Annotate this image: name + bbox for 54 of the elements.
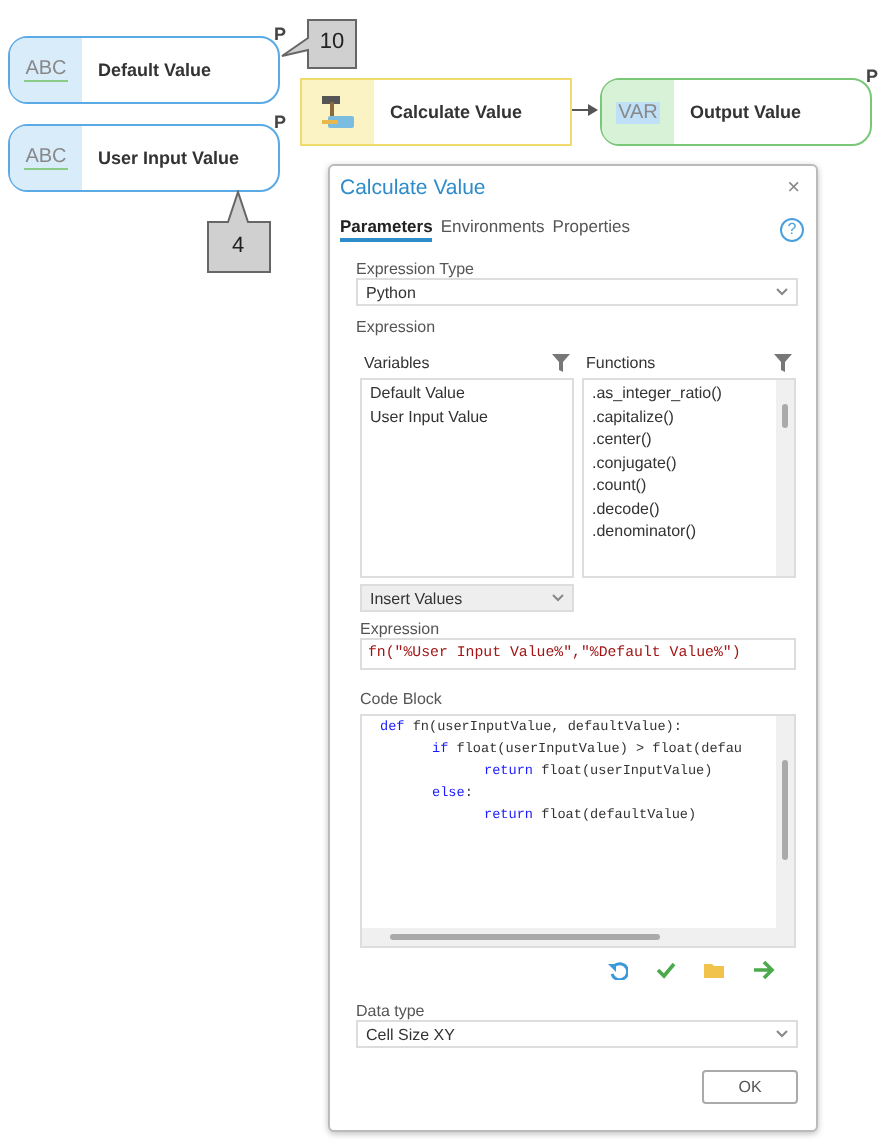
tab[interactable]: Properties [552,216,631,242]
check-icon[interactable] [656,960,676,980]
dropdown-caret-icon [776,1030,788,1038]
list-item[interactable]: .decode() [592,499,660,517]
list-item[interactable]: .count() [592,476,647,494]
tool-node[interactable]: Calculate Value [300,78,572,146]
folder-icon[interactable] [704,960,726,980]
scrollbar[interactable] [776,380,794,576]
list-item[interactable]: .as_integer_ratio() [592,384,722,402]
dropdown-caret-icon [776,288,788,296]
parameter-marker: P [274,112,287,132]
close-button[interactable]: × [783,176,804,200]
node-label: Output Value [690,102,802,122]
variable-node[interactable]: ABC Default Value [8,36,280,104]
dropdown-caret-icon [552,594,564,602]
filter-icon[interactable] [774,354,792,372]
column-label: Functions [586,354,656,372]
field-label: Data type [356,1002,427,1020]
connector-arrow [572,102,600,118]
list-item[interactable]: .conjugate() [592,453,677,471]
node-label: User Input Value [98,148,240,168]
list-item[interactable]: User Input Value [370,407,488,425]
dialog-title: Calculate Value [340,176,486,200]
tab[interactable]: Environments [440,216,545,242]
callout-label: 4 [229,234,247,258]
variable-node[interactable]: VAR Output Value [600,78,872,146]
scrollbar[interactable] [362,928,794,946]
parameter-marker: P [866,66,879,86]
field-label: Expression [360,620,442,638]
variable-type-icon: VAR [616,101,660,123]
section-label: Expression [356,318,438,336]
scrollbar[interactable] [776,716,794,928]
node-label: Calculate Value [390,102,523,122]
list-item[interactable]: .capitalize() [592,407,674,425]
expression-type-dropdown[interactable]: Python [356,278,798,306]
arrow-right-icon[interactable] [754,960,776,980]
column-label: Variables [364,354,430,372]
list-item[interactable]: .center() [592,430,652,448]
data-type-dropdown[interactable]: Cell Size XY [356,1020,798,1048]
node-label: Default Value [98,60,212,80]
callout-label: 10 [317,30,347,54]
undo-icon[interactable] [608,960,628,980]
variable-node[interactable]: ABC User Input Value [8,124,280,192]
field-label: Code Block [360,690,444,708]
field-label: Expression Type [356,260,476,278]
list-item[interactable]: .denominator() [592,522,697,540]
callout-bubble [206,190,272,274]
parameter-marker: P [274,24,287,44]
filter-icon[interactable] [552,354,570,372]
hammer-tool-icon [316,90,360,134]
list-item[interactable]: Default Value [370,384,465,402]
tab[interactable]: Parameters [340,216,433,242]
ok-button[interactable]: OK [702,1070,798,1104]
insert-values-dropdown[interactable]: Insert Values [360,584,574,612]
